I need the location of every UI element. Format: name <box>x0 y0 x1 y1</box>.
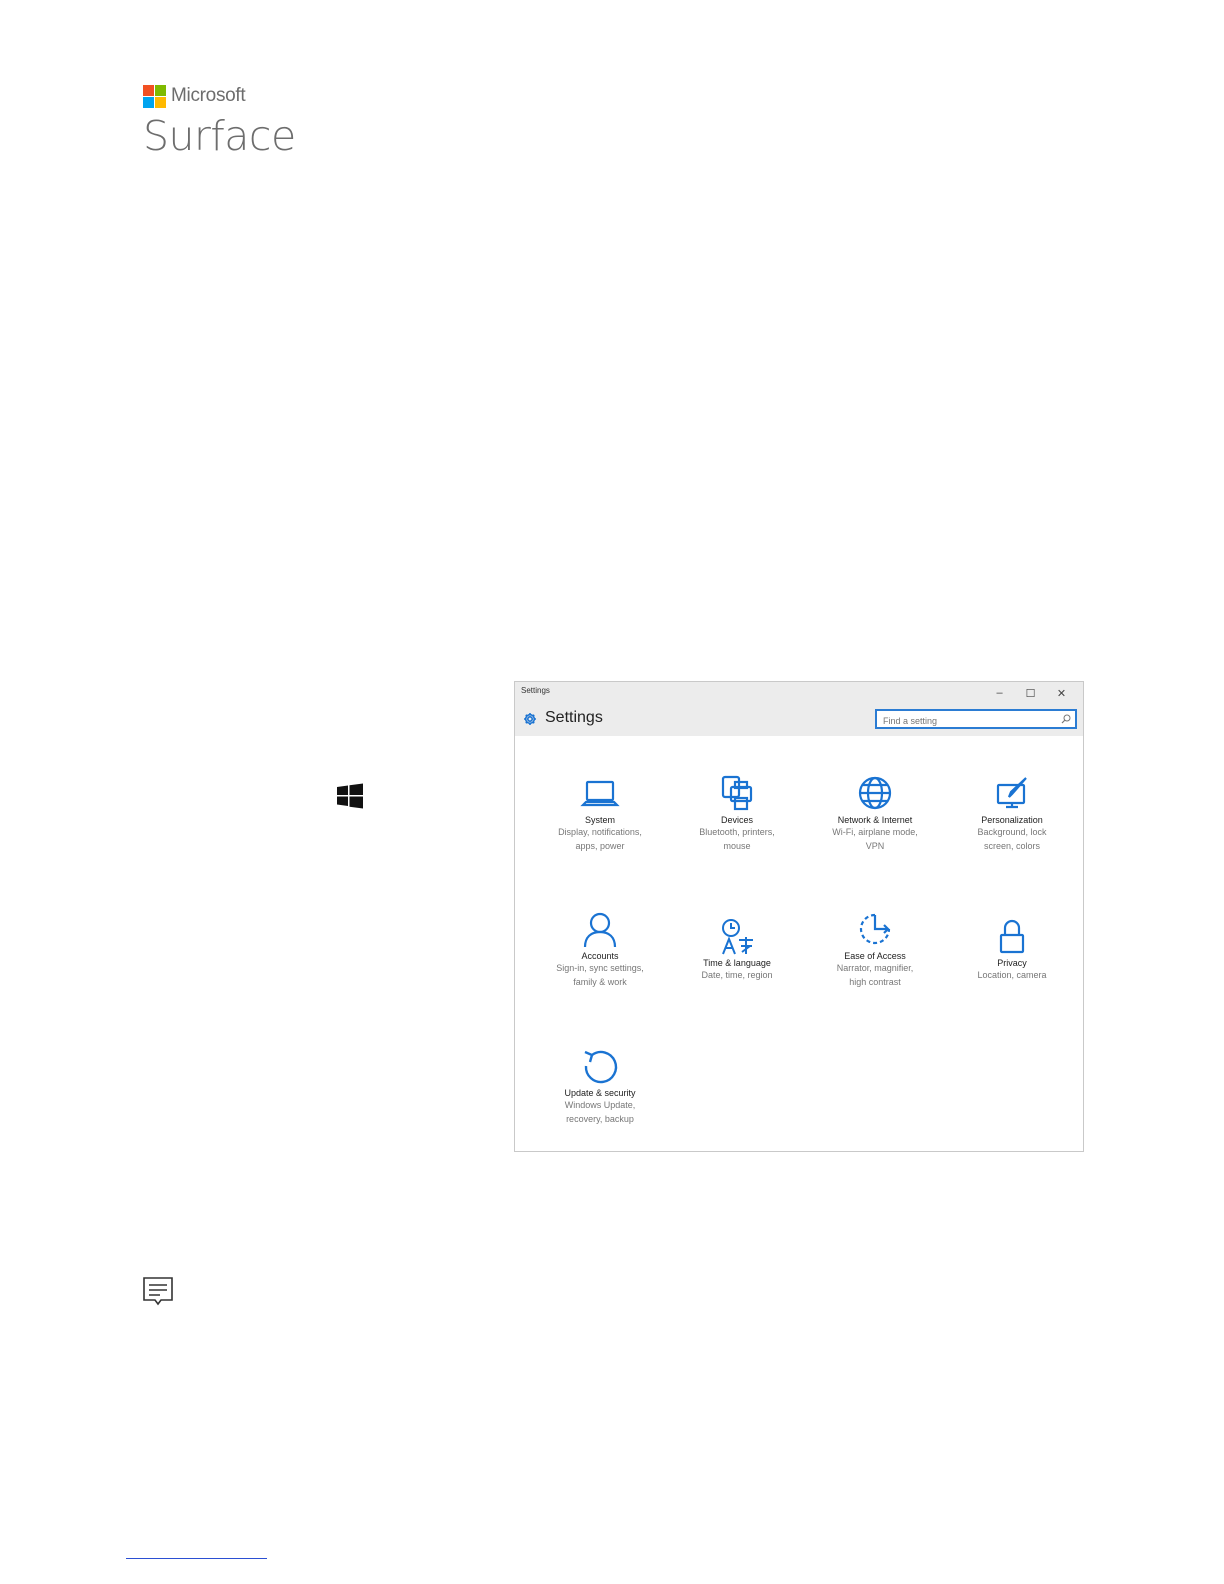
tile-label: Time & language <box>703 958 771 968</box>
window-controls: – ☐ ✕ <box>984 684 1077 702</box>
microsoft-surface-logo: Microsoft Surface <box>143 84 343 164</box>
person-icon <box>583 912 617 948</box>
microsoft-logo-icon <box>143 84 166 108</box>
tile-description: screen, colors <box>983 841 1041 851</box>
footer-link-underline <box>126 1558 267 1559</box>
settings-tile-ease-of-access[interactable]: Ease of Access Narrator, magnifier, high… <box>815 910 935 989</box>
tile-description: Sign-in, sync settings, <box>556 963 644 973</box>
settings-tile-devices[interactable]: Devices Bluetooth, printers, mouse <box>677 774 797 853</box>
search-icon[interactable] <box>1061 714 1071 724</box>
tile-label: Personalization <box>981 815 1043 825</box>
tile-description: VPN <box>865 841 885 851</box>
window-title: Settings <box>521 686 550 695</box>
settings-tile-accounts[interactable]: Accounts Sign-in, sync settings, family … <box>540 910 660 989</box>
tile-description: apps, power <box>575 841 625 851</box>
clock-language-icon <box>722 919 753 955</box>
close-button[interactable]: ✕ <box>1046 684 1077 702</box>
windows-logo-icon <box>337 783 363 809</box>
tile-description: mouse <box>723 841 751 851</box>
tile-description: family & work <box>573 977 627 987</box>
tile-label: Devices <box>720 815 753 825</box>
settings-tile-personalization[interactable]: Personalization Background, lock screen,… <box>952 774 1072 853</box>
search-input[interactable] <box>877 713 1053 729</box>
settings-tile-privacy[interactable]: Privacy Location, camera <box>952 917 1072 982</box>
tile-description: Location, camera <box>977 970 1047 980</box>
tile-description: Background, lock <box>977 827 1047 837</box>
tile-description: Date, time, region <box>701 970 773 980</box>
tile-description: Windows Update, <box>564 1100 636 1110</box>
tile-description: high contrast <box>849 977 901 987</box>
ease-of-access-icon <box>859 913 891 945</box>
gear-icon <box>524 713 536 725</box>
minimize-button[interactable]: – <box>984 684 1015 702</box>
paintbrush-icon <box>996 777 1027 809</box>
tile-description: recovery, backup <box>566 1114 634 1124</box>
laptop-icon <box>580 780 620 807</box>
title-bar: Settings – ☐ ✕ Settings <box>515 682 1083 736</box>
tile-description: Bluetooth, printers, <box>699 827 775 837</box>
tile-label: Update & security <box>564 1088 636 1098</box>
search-box[interactable] <box>875 709 1077 729</box>
refresh-icon <box>584 1050 618 1084</box>
tile-description: Wi-Fi, airplane mode, <box>832 827 918 837</box>
settings-tile-network[interactable]: Network & Internet Wi-Fi, airplane mode,… <box>815 774 935 853</box>
page-title: Settings <box>545 709 603 726</box>
microsoft-wordmark: Microsoft <box>171 85 246 106</box>
tile-description: Display, notifications, <box>558 827 642 837</box>
tile-label: Privacy <box>997 958 1027 968</box>
tile-label: Accounts <box>581 951 619 961</box>
tile-label: System <box>584 815 615 825</box>
settings-tile-time-language[interactable]: Time & language Date, time, region <box>677 917 797 982</box>
surface-wordmark: Surface <box>143 112 296 160</box>
tile-label: Ease of Access <box>844 951 906 961</box>
settings-tile-system[interactable]: System Display, notifications, apps, pow… <box>540 774 660 853</box>
tile-description: Narrator, magnifier, <box>836 963 914 973</box>
printer-icon <box>721 775 753 811</box>
settings-window: Settings – ☐ ✕ Settings Find a setting S… <box>514 681 1084 1152</box>
lock-icon <box>999 919 1025 954</box>
settings-tile-update-security[interactable]: Update & security Windows Update, recove… <box>540 1047 660 1126</box>
tile-label: Network & Internet <box>837 815 913 825</box>
globe-icon <box>858 776 892 810</box>
maximize-button[interactable]: ☐ <box>1015 684 1046 702</box>
note-icon <box>143 1277 173 1306</box>
